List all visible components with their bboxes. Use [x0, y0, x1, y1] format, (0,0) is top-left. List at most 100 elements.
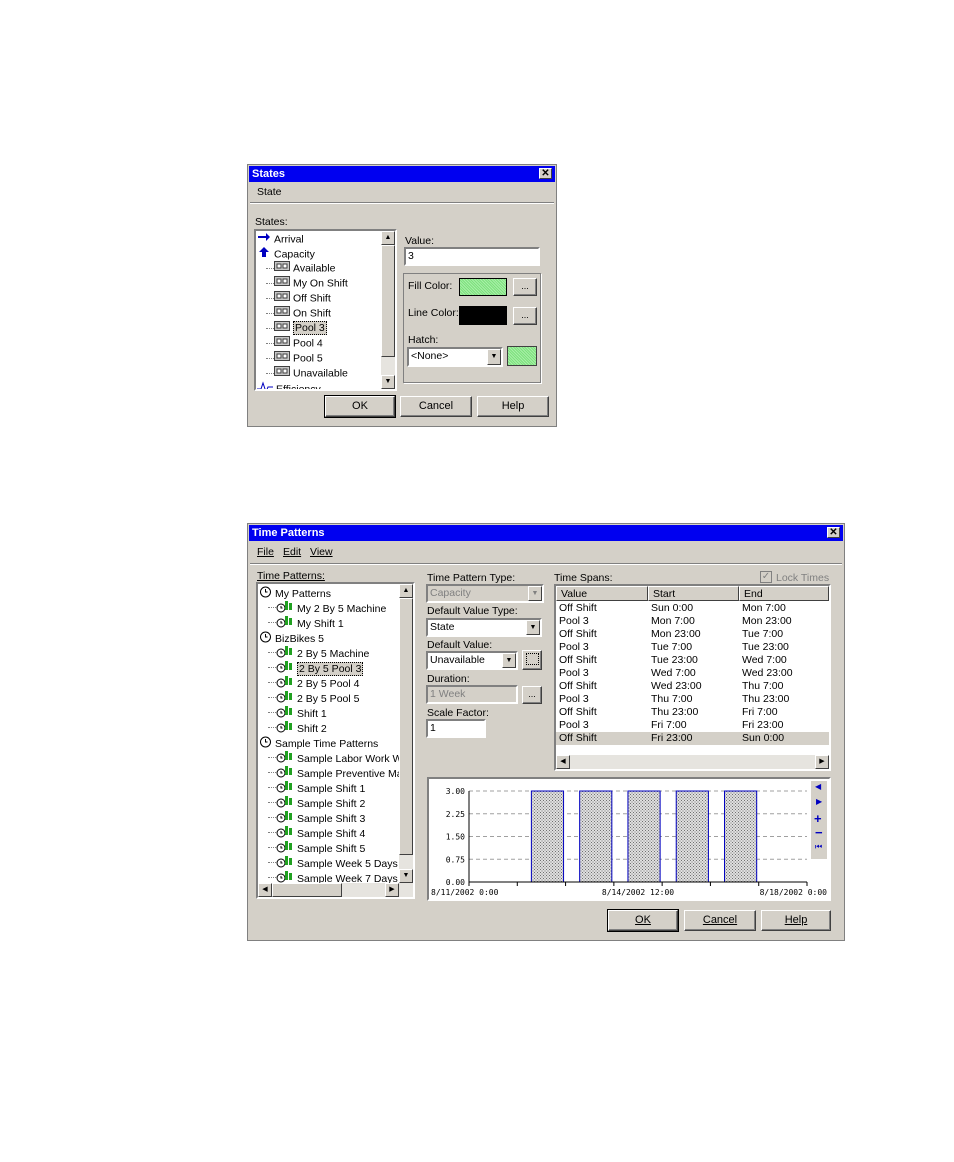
close-icon[interactable]: ✕ [827, 527, 840, 538]
hatch-select[interactable]: <None> ▼ [407, 347, 503, 367]
column-header-start[interactable]: Start [648, 586, 739, 601]
ok-button[interactable]: OK [607, 909, 679, 932]
pattern-tree-item[interactable]: Sample Labor Work Wc [268, 750, 408, 765]
pattern-tree-item-label: My Shift 1 [297, 617, 344, 630]
column-header-value[interactable]: Value [556, 586, 648, 601]
cell-value: Pool 3 [559, 693, 589, 705]
close-icon[interactable]: ✕ [539, 168, 552, 179]
time-spans-table[interactable]: Value Start End Off Shift Sun 0:00 Mon 7:0… [554, 584, 831, 771]
duration-browse-button[interactable]: ... [522, 686, 542, 704]
cell-end: Tue 7:00 [742, 628, 784, 640]
pattern-tree-item[interactable]: 2 By 5 Pool 3 [268, 660, 364, 676]
menu-edit[interactable]: Edit [283, 546, 301, 558]
pattern-tree-item[interactable]: Sample Shift 4 [268, 825, 366, 840]
scroll-right-icon[interactable]: ▶ [815, 755, 829, 769]
table-row[interactable]: Pool 3 Fri 7:00 Fri 23:00 [556, 719, 829, 732]
fill-color-swatch[interactable] [459, 278, 507, 296]
state-tree-item[interactable]: Pool 4 [266, 336, 323, 351]
state-tree-item[interactable]: My On Shift [266, 276, 348, 291]
table-row[interactable]: Off Shift Thu 23:00 Fri 7:00 [556, 706, 829, 719]
zoom-in-icon[interactable]: + [814, 811, 822, 826]
pan-right-icon[interactable]: ▶ [816, 797, 822, 806]
ok-button[interactable]: OK [324, 395, 396, 418]
table-row[interactable]: Off Shift Tue 23:00 Wed 7:00 [556, 654, 829, 667]
states-tree[interactable]: Arrival Capacity Available My On Shift Off S… [254, 229, 397, 391]
scroll-up-icon[interactable]: ▲ [381, 231, 395, 245]
scroll-thumb[interactable] [381, 245, 395, 357]
state-tree-item[interactable]: Unavailable [266, 366, 348, 381]
pattern-tree-item[interactable]: Sample Time Patterns [259, 735, 378, 750]
menu-state[interactable]: State [257, 186, 282, 198]
state-tree-item[interactable]: Pool 3 [266, 321, 327, 336]
pattern-tree-item[interactable]: 2 By 5 Pool 4 [268, 675, 359, 690]
time-patterns-tree[interactable]: My Patterns My 2 By 5 Machine My Shift 1 Bi… [256, 582, 415, 899]
hscroll-thumb[interactable] [272, 883, 342, 897]
chevron-down-icon[interactable]: ▼ [526, 620, 540, 635]
table-row[interactable]: Pool 3 Tue 7:00 Tue 23:00 [556, 641, 829, 654]
time-spans-hscroll[interactable]: ◀ ▶ [556, 755, 829, 769]
pan-left-icon[interactable]: ◀ [815, 782, 821, 791]
pattern-tree-item[interactable]: 2 By 5 Pool 5 [268, 690, 359, 705]
time-patterns-tree-vscroll[interactable]: ▲ ▼ [399, 584, 413, 883]
pattern-tree-item[interactable]: BizBikes 5 [259, 630, 324, 645]
pattern-tree-item[interactable]: Sample Preventive Main [268, 765, 411, 780]
pattern-tree-item[interactable]: Sample Shift 5 [268, 840, 365, 855]
pattern-tree-item[interactable]: Sample Shift 3 [268, 810, 365, 825]
value-input[interactable]: 3 [404, 247, 540, 266]
state-tree-item[interactable]: Pool 5 [266, 351, 323, 366]
pattern-tree-item[interactable]: My Shift 1 [268, 615, 344, 630]
scroll-thumb[interactable] [399, 598, 413, 855]
state-tree-item[interactable]: On Shift [266, 306, 331, 321]
scroll-up-icon[interactable]: ▲ [399, 584, 413, 598]
state-tree-item[interactable]: Off Shift [266, 291, 331, 306]
time-patterns-title: Time Patterns [252, 527, 325, 539]
pattern-tree-item-label: Sample Shift 4 [297, 827, 366, 840]
default-value-state-button[interactable] [522, 650, 542, 670]
pattern-tree-item[interactable]: Shift 1 [268, 705, 327, 720]
zoom-out-icon[interactable]: − [815, 825, 823, 840]
pattern-tree-item[interactable]: My 2 By 5 Machine [268, 600, 386, 615]
pattern-tree-item[interactable]: Sample Shift 1 [268, 780, 365, 795]
time-patterns-tree-hscroll[interactable]: ◀ ▶ [258, 883, 413, 897]
state-tree-item[interactable]: Efficiency [257, 381, 321, 389]
line-color-swatch[interactable] [459, 306, 507, 325]
reset-zoom-icon[interactable]: ⏮ [815, 842, 822, 852]
pattern-tree-item[interactable]: Shift 2 [268, 720, 327, 735]
scroll-down-icon[interactable]: ▼ [381, 375, 395, 389]
state-tree-item[interactable]: Capacity [257, 246, 315, 261]
scale-factor-input[interactable]: 1 [426, 719, 486, 738]
table-row[interactable]: Off Shift Fri 23:00 Sun 0:00 [556, 732, 829, 745]
state-tree-item[interactable]: Available [266, 261, 335, 276]
pattern-tree-item[interactable]: Sample Shift 2 [268, 795, 365, 810]
table-row[interactable]: Off Shift Wed 23:00 Thu 7:00 [556, 680, 829, 693]
lock-times-checkbox[interactable]: ✓ [760, 571, 772, 583]
help-button[interactable]: Help [761, 910, 831, 931]
scroll-left-icon[interactable]: ◀ [258, 883, 272, 897]
default-value-type-select[interactable]: State ▼ [426, 618, 542, 637]
table-row[interactable]: Pool 3 Wed 7:00 Wed 23:00 [556, 667, 829, 680]
line-color-browse-button[interactable]: ... [513, 307, 537, 325]
chevron-down-icon[interactable]: ▼ [502, 653, 516, 668]
states-tree-scrollbar[interactable]: ▲ ▼ [381, 231, 395, 389]
scroll-down-icon[interactable]: ▼ [399, 869, 413, 883]
scroll-right-icon[interactable]: ▶ [385, 883, 399, 897]
menu-view[interactable]: View [310, 546, 333, 558]
table-row[interactable]: Off Shift Sun 0:00 Mon 7:00 [556, 602, 829, 615]
default-value-select[interactable]: Unavailable ▼ [426, 651, 518, 670]
pattern-tree-item[interactable]: My Patterns [259, 585, 331, 600]
state-tree-item[interactable]: Arrival [257, 231, 304, 246]
table-row[interactable]: Pool 3 Mon 7:00 Mon 23:00 [556, 615, 829, 628]
pattern-tree-item[interactable]: Sample Week 5 Days [268, 855, 398, 870]
scroll-left-icon[interactable]: ◀ [556, 755, 570, 769]
table-row[interactable]: Pool 3 Thu 7:00 Thu 23:00 [556, 693, 829, 706]
cancel-button[interactable]: Cancel [400, 396, 472, 417]
chevron-down-icon[interactable]: ▼ [487, 349, 501, 365]
table-row[interactable]: Off Shift Mon 23:00 Tue 7:00 [556, 628, 829, 641]
help-button[interactable]: Help [477, 396, 549, 417]
fill-color-browse-button[interactable]: ... [513, 278, 537, 296]
pattern-tree-item[interactable]: 2 By 5 Machine [268, 645, 369, 660]
cancel-button[interactable]: Cancel [684, 910, 756, 931]
state-tree-item-label: Off Shift [293, 292, 331, 305]
column-header-end[interactable]: End [739, 586, 829, 601]
menu-file[interactable]: File [257, 546, 274, 558]
